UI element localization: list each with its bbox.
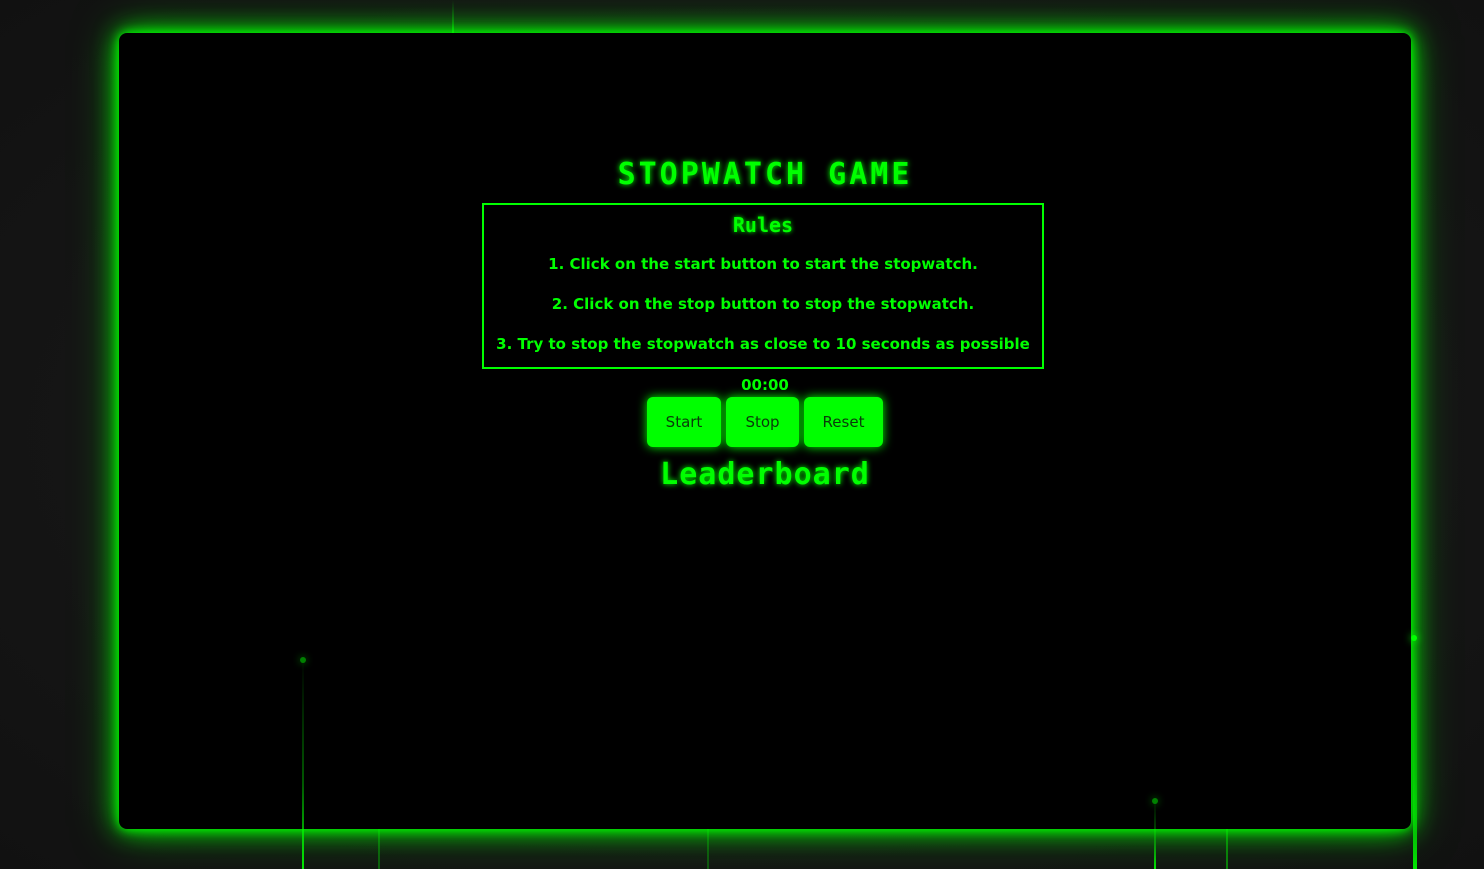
rules-box: Rules 1. Click on the start button to st… <box>482 203 1044 369</box>
game-container: Stopwatch Game Rules 1. Click on the sta… <box>119 33 1411 829</box>
start-button[interactable]: Start <box>647 397 721 447</box>
rule-item: 1. Click on the start button to start th… <box>548 255 978 273</box>
rule-item: 3. Try to stop the stopwatch as close to… <box>496 335 1030 353</box>
rule-item: 2. Click on the stop button to stop the … <box>551 295 975 313</box>
leaderboard-title: Leaderboard <box>660 457 870 492</box>
reset-button[interactable]: Reset <box>804 397 883 447</box>
game-title: Stopwatch Game <box>617 157 913 192</box>
stopwatch-display: 00:00 <box>741 376 789 394</box>
page: Stopwatch Game Rules 1. Click on the sta… <box>0 0 1484 869</box>
stop-button[interactable]: Stop <box>726 397 799 447</box>
matrix-line <box>1411 635 1417 869</box>
control-buttons: Start Stop Reset <box>647 397 883 447</box>
rules-title: Rules <box>732 213 794 237</box>
matrix-line-head <box>1411 635 1417 641</box>
